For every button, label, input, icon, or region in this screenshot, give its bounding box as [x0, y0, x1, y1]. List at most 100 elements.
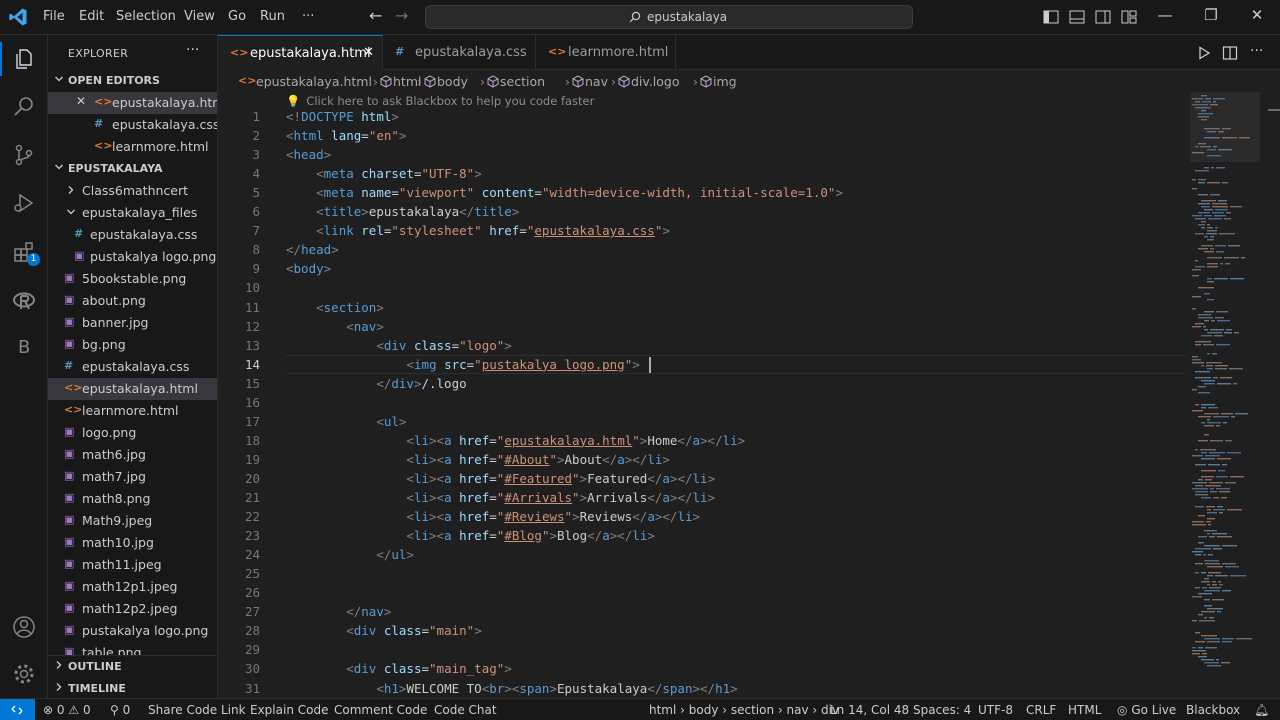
tree-file[interactable]: ▣ Math9.jpeg	[48, 510, 217, 532]
outline-header[interactable]: OUTLINE	[48, 656, 217, 678]
element-path[interactable]: html › body › section › nav › div	[649, 703, 839, 717]
tree-file[interactable]: # epustakalaya.css	[48, 224, 217, 246]
tree-file[interactable]: ▣ math8.png	[48, 488, 217, 510]
tree-file[interactable]: ▣ 5bookstable.png	[48, 268, 217, 290]
tree-file[interactable]: ▣ pustakalya logo.png	[48, 246, 217, 268]
editor-tab[interactable]: # epustakalaya.css	[383, 35, 536, 70]
menu-file[interactable]: File	[43, 9, 65, 24]
breadcrumb-item[interactable]: body	[437, 74, 468, 89]
explorer-more-icon[interactable]: ···	[186, 42, 199, 58]
menu-view[interactable]: View	[184, 9, 215, 24]
code-line[interactable]: <div class="main">	[286, 623, 482, 638]
comment-code[interactable]: Comment Code	[334, 703, 427, 717]
code-line[interactable]: <div class="main_tag">	[286, 661, 512, 676]
ports-status[interactable]: ⚲ 0	[110, 703, 130, 717]
code-line[interactable]: <head>	[286, 147, 331, 162]
tree-file[interactable]: ▣ math12p1.jpeg	[48, 576, 217, 598]
menu-go[interactable]: Go	[228, 9, 246, 24]
tree-folder[interactable]: epustakalaya_files	[48, 202, 217, 224]
open-editors-header[interactable]: OPEN EDITORS	[48, 70, 217, 92]
editor-more-icon[interactable]: ···	[1250, 43, 1263, 59]
restore-icon[interactable]: ❐	[1201, 6, 1221, 24]
account-icon[interactable]	[12, 615, 36, 639]
problems-status[interactable]: ⊗ 0 ⚠ 0	[43, 703, 91, 717]
code-line[interactable]: </div>/.logo	[286, 376, 466, 391]
breadcrumb-item[interactable]: epustakalaya.html	[256, 74, 372, 89]
open-editor-item[interactable]: <> learnmore.html	[48, 136, 217, 158]
code-line[interactable]: <nav>	[286, 319, 384, 334]
run-debug-icon[interactable]	[12, 191, 36, 215]
minimap[interactable]	[1186, 92, 1266, 698]
code-editor[interactable]: 💡 Click here to ask Blackbox to help you …	[218, 92, 1280, 698]
settings-gear-icon[interactable]	[12, 662, 36, 686]
split-editor-icon[interactable]	[1222, 45, 1238, 61]
code-line[interactable]: <meta name="viewport" content="width=dev…	[286, 185, 843, 200]
editor-tab[interactable]: <> learnmore.html	[536, 35, 676, 70]
cursor-position[interactable]: Ln 14, Col 48	[830, 703, 909, 717]
code-line[interactable]: <li><a href="epustakalaya.html">Home</a>…	[286, 433, 745, 448]
toggle-secondary-sidebar-icon[interactable]	[1095, 10, 1111, 24]
close-window-icon[interactable]: ✕	[1247, 6, 1267, 24]
back-arrow-icon[interactable]: ←	[369, 6, 382, 25]
menu-selection[interactable]: Selection	[116, 9, 176, 24]
code-line[interactable]: <li><a href="#Reviews">Reviews</a></li>	[286, 509, 700, 524]
source-control-icon[interactable]	[12, 143, 36, 167]
share-code-link[interactable]: Share Code Link	[148, 703, 246, 717]
open-editor-item[interactable]: # epustakalaya.css	[48, 114, 217, 136]
code-line[interactable]: <body>	[286, 261, 331, 276]
breadcrumb-item[interactable]: section	[500, 74, 545, 89]
code-line[interactable]: <img src="pustakalya logo.png">	[286, 357, 639, 372]
line-endings[interactable]: CRLF	[1026, 703, 1056, 717]
tree-folder[interactable]: Class6mathncert	[48, 180, 217, 202]
tree-file[interactable]: ▣ banner.jpg	[48, 312, 217, 334]
tree-file[interactable]: <> learnmore.html	[48, 400, 217, 422]
code-line[interactable]: <li><a href="#Blog">Blog</a></li>	[286, 528, 654, 543]
tree-file[interactable]: ▣ math12p2.jpeg	[48, 598, 217, 620]
code-line[interactable]: </head>	[286, 242, 339, 257]
code-line[interactable]: <link rel="stylesheet" href="epustakalay…	[286, 223, 670, 238]
tree-file[interactable]: ▣ bg.png	[48, 334, 217, 356]
editor-tab[interactable]: <> epustakalaya.html ✕	[218, 35, 383, 70]
language-mode[interactable]: HTML	[1068, 703, 1101, 717]
r-language-icon[interactable]	[12, 289, 36, 313]
search-icon[interactable]	[12, 95, 36, 119]
explain-code[interactable]: Explain Code	[250, 703, 328, 717]
code-line[interactable]: <div class="logo">	[286, 338, 512, 353]
tree-file[interactable]: ▣ math10.jpg	[48, 532, 217, 554]
tree-file[interactable]: ▣ math6.jpg	[48, 444, 217, 466]
blackbox-status[interactable]: Blackbox	[1186, 703, 1240, 717]
minimize-icon[interactable]: —	[1155, 6, 1175, 24]
menu-more[interactable]: ···	[302, 9, 314, 24]
encoding[interactable]: UTF-8	[978, 703, 1013, 717]
blackbox-icon[interactable]: B	[18, 337, 30, 358]
notifications-bell-icon[interactable]: 🔔︎	[1254, 703, 1269, 717]
customize-layout-icon[interactable]	[1121, 10, 1137, 24]
timeline-header[interactable]: TIMELINE	[48, 678, 217, 698]
explorer-files-icon[interactable]	[12, 47, 36, 71]
open-editor-item[interactable]: ✕ <> epustakalaya.html	[48, 92, 217, 114]
code-line[interactable]: </nav>	[286, 604, 391, 619]
tree-file[interactable]: ▣ logo.png	[48, 422, 217, 444]
go-live[interactable]: ◎ Go Live	[1117, 703, 1176, 717]
forward-arrow-icon[interactable]: →	[395, 6, 408, 25]
menu-edit[interactable]: Edit	[79, 9, 104, 24]
close-editor-icon[interactable]: ✕	[76, 94, 86, 108]
code-line[interactable]: <li><a href="#Arrivals">Arrivals</a></li…	[286, 490, 715, 505]
code-line[interactable]: <meta charset="UTF-8">	[286, 166, 482, 181]
run-file-icon[interactable]	[1196, 45, 1212, 61]
toggle-primary-sidebar-icon[interactable]	[1043, 10, 1059, 24]
code-line[interactable]: <!DOCTYPE html>	[286, 109, 399, 124]
tree-file[interactable]: ▣ math11.jpeg	[48, 554, 217, 576]
indentation[interactable]: Spaces: 4	[913, 703, 971, 717]
tree-file[interactable]: <> epustakalaya.html	[48, 378, 217, 400]
close-tab-icon[interactable]: ✕	[363, 45, 374, 60]
tree-file[interactable]: # epustakalaya.css	[48, 356, 217, 378]
breadcrumb-item[interactable]: div.logo	[631, 74, 680, 89]
menu-run[interactable]: Run	[260, 9, 285, 24]
toggle-panel-icon[interactable]	[1069, 10, 1085, 24]
remote-indicator[interactable]	[0, 699, 35, 720]
code-line[interactable]: <li><a href="#About">About</a></li>	[286, 452, 670, 467]
code-line[interactable]: <section>	[286, 300, 384, 315]
code-line[interactable]: <ul>	[286, 414, 406, 429]
command-center-search[interactable]: epustakalaya	[425, 5, 913, 29]
